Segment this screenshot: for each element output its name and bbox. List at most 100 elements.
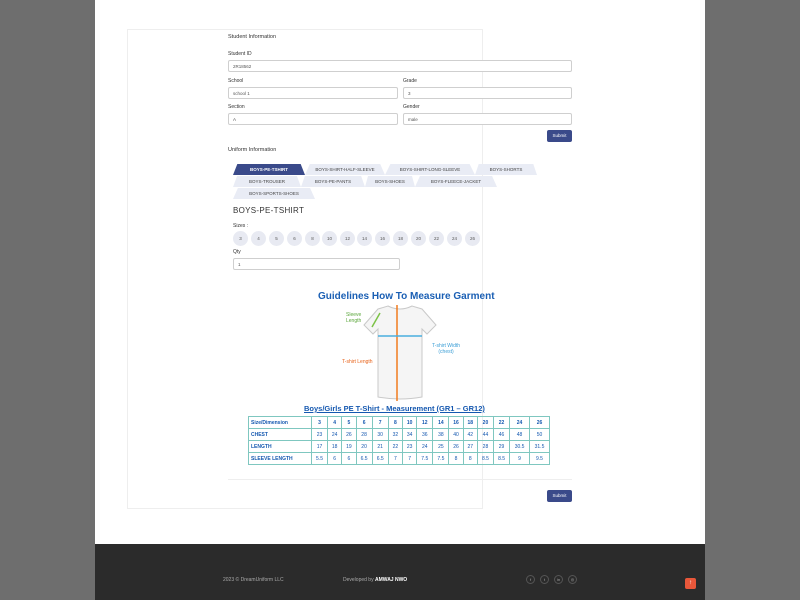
table-cell: 20 [355,440,373,453]
table-cell: 46 [493,428,511,441]
table-cell: 18 [327,440,343,453]
size-option[interactable]: 20 [411,231,426,246]
size-option[interactable]: 12 [340,231,355,246]
tab-boys-fleece-jacket[interactable]: BOYS-FLEECE-JACKET [415,176,497,187]
qty-field[interactable]: 1 [233,258,400,270]
student-section-title: Student Information [228,34,277,40]
table-cell: 30.5 [509,440,530,453]
table-cell: 8.5 [476,452,495,465]
table-header-row: Size/Dimension 3 4 5 6 7 8 10 12 14 16 1… [248,416,551,429]
arrow-up-icon: ↑ [689,580,692,586]
table-cell: 6 [341,452,357,465]
size-option[interactable]: 3 [233,231,248,246]
footer [95,544,705,600]
size-option[interactable]: 24 [447,231,462,246]
measurement-table-title: Boys/Girls PE T-Shirt - Measurement (GR1… [304,404,485,413]
table-cell: CHEST [248,428,312,441]
table-cell: 26 [448,440,464,453]
table-cell: 8.5 [493,452,511,465]
table-cell: 8 [387,416,403,429]
tab-boys-trouser[interactable]: BOYS-TROUSER [233,176,301,187]
tab-boys-sports-shoes[interactable]: BOYS-SPORTS-SHOES [233,188,315,199]
table-cell: 8 [448,452,464,465]
tab-boys-shirt-long-sleeve[interactable]: BOYS-SHIRT-LONG-SLEEVE [385,164,475,175]
product-title: BOYS-PE-TSHIRT [233,206,305,215]
table-cell: 24 [509,416,530,429]
facebook-icon[interactable]: f [526,575,535,584]
size-option[interactable]: 26 [465,231,480,246]
table-cell: 17 [310,440,329,453]
size-option[interactable]: 18 [393,231,408,246]
table-cell: 22 [493,416,511,429]
twitter-icon[interactable]: t [540,575,549,584]
table-cell: 25 [432,440,450,453]
uniform-submit-button[interactable]: Submit [547,490,572,502]
linkedin-icon[interactable]: in [554,575,563,584]
tab-boys-pe-pants[interactable]: BOYS-PE-PANTS [301,176,365,187]
table-cell: 20 [476,416,495,429]
table-cell: 9.5 [528,452,551,465]
table-cell: 19 [341,440,357,453]
table-cell: 48 [509,428,530,441]
table-cell: 26 [528,416,551,429]
table-cell: 42 [462,428,478,441]
tab-boys-shoes[interactable]: BOYS-SHOES [365,176,415,187]
table-cell: 28 [355,428,373,441]
table-cell: 7 [401,452,418,465]
tshirt-length-label: T-shirt Length [342,359,373,365]
table-cell: 9 [509,452,530,465]
table-cell: 40 [448,428,464,441]
size-option[interactable]: 16 [375,231,390,246]
size-option[interactable]: 14 [357,231,372,246]
table-cell: SLEEVE LENGTH [248,452,312,465]
table-cell: 14 [432,416,450,429]
table-cell: 31.5 [528,440,551,453]
section-label: Section [228,104,245,110]
guide-title: Guidelines How To Measure Garment [318,291,495,302]
table-cell: 4 [327,416,343,429]
size-option[interactable]: 8 [305,231,320,246]
school-field[interactable]: school 1 [228,87,398,99]
table-cell: 27 [462,440,478,453]
size-option[interactable]: 6 [287,231,302,246]
table-cell: 16 [448,416,464,429]
table-row: SLEEVE LENGTH 5.5 6 6 6.5 6.5 7 7 7.5 7.… [248,452,551,465]
back-to-top-button[interactable]: ↑ [685,578,696,589]
table-cell: 32 [387,428,403,441]
tab-boys-shirt-half-sleeve[interactable]: BOYS-SHIRT-HALF-SLEEVE [305,164,385,175]
tab-boys-shorts[interactable]: BOYS-SHORTS [475,164,537,175]
table-row: LENGTH 17 18 19 20 21 22 23 24 25 26 27 … [248,440,551,453]
student-submit-button[interactable]: Submit [547,130,572,142]
developer-link[interactable]: AMWAJ NWO [375,577,407,583]
size-option[interactable]: 22 [429,231,444,246]
size-option[interactable]: 10 [322,231,337,246]
table-cell: 6 [355,416,373,429]
student-id-field[interactable]: 2R18562 [228,60,572,72]
table-cell: 38 [432,428,450,441]
table-cell: 7 [387,452,403,465]
grade-field[interactable]: 3 [403,87,572,99]
table-cell: 6 [327,452,343,465]
table-cell: 3 [310,416,329,429]
table-cell: 8 [462,452,478,465]
table-cell: 18 [462,416,478,429]
width-chest-label: T-shirt Width (chest) [432,343,461,355]
size-option[interactable]: 4 [251,231,266,246]
table-cell: 28 [476,440,495,453]
tab-boys-pe-tshirt[interactable]: BOYS-PE-TSHIRT [233,164,305,175]
gender-label: Gender [403,104,420,110]
table-cell: 7.5 [416,452,434,465]
gender-field[interactable]: male [403,113,572,125]
table-cell: 50 [528,428,551,441]
table-cell: 30 [371,428,389,441]
table-cell: 5 [341,416,357,429]
sleeve-length-label: Sleeve Length [346,312,362,324]
instagram-icon[interactable]: ◎ [568,575,577,584]
table-cell: 29 [493,440,511,453]
size-option[interactable]: 5 [269,231,284,246]
table-cell: 6.5 [355,452,373,465]
table-cell: LENGTH [248,440,312,453]
section-field[interactable]: A [228,113,398,125]
qty-label: Qty [233,249,241,255]
school-label: School [228,78,244,84]
